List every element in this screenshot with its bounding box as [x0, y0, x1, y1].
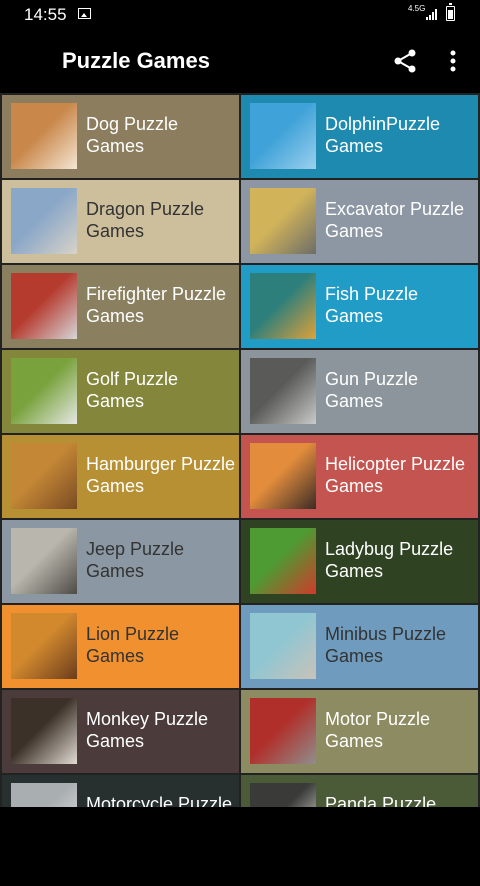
game-tile[interactable]: DolphinPuzzle Games [241, 95, 478, 178]
game-tile[interactable]: Dog Puzzle Games [2, 95, 239, 178]
game-thumbnail-image [11, 443, 77, 509]
game-tile-label: Dog Puzzle Games [86, 114, 179, 156]
game-thumbnail-image [11, 613, 77, 679]
game-tile-label: Jeep Puzzle Games [86, 539, 185, 581]
image-notification-icon [78, 8, 91, 19]
game-tile[interactable]: Ladybug Puzzle Games [241, 520, 478, 603]
game-tile[interactable]: Fish Puzzle Games [241, 265, 478, 348]
game-thumbnail-image [250, 613, 316, 679]
game-tile-label: Golf Puzzle Games [86, 369, 179, 411]
status-time: 14:55 [24, 5, 67, 24]
game-tile-label: Ladybug Puzzle Games [325, 539, 454, 581]
game-thumbnail-image [250, 698, 316, 764]
bottom-blank-area [0, 807, 480, 886]
game-tile[interactable]: Motorcycle Puzzle Games [2, 775, 239, 807]
game-tile-label: Motor Puzzle Games [325, 709, 431, 751]
game-tile-label: Fish Puzzle Games [325, 284, 419, 326]
game-tile[interactable]: Helicopter Puzzle Games [241, 435, 478, 518]
game-tile[interactable]: Monkey Puzzle Games [2, 690, 239, 773]
battery-icon [446, 3, 455, 21]
game-thumbnail-image [11, 698, 77, 764]
game-tile[interactable]: Excavator Puzzle Games [241, 180, 478, 263]
game-thumbnail-image [250, 528, 316, 594]
game-tile[interactable]: Jeep Puzzle Games [2, 520, 239, 603]
game-tile[interactable]: Firefighter Puzzle Games [2, 265, 239, 348]
game-thumbnail-image [11, 103, 77, 169]
more-vert-icon[interactable] [440, 48, 466, 74]
game-thumbnail-image [11, 188, 77, 254]
game-thumbnail-image [250, 358, 316, 424]
game-thumbnail-image [250, 103, 316, 169]
app-bar: Puzzle Games [0, 30, 480, 93]
game-tile-label: Gun Puzzle Games [325, 369, 419, 411]
game-tile-label: Dragon Puzzle Games [86, 199, 205, 241]
share-icon[interactable] [392, 48, 418, 74]
network-type: 4.5G [408, 4, 426, 13]
game-thumbnail-image [11, 783, 77, 807]
game-tile-label: Lion Puzzle Games [86, 624, 180, 666]
game-tile-label: Panda Puzzle Games [325, 794, 437, 807]
game-tile[interactable]: Motor Puzzle Games [241, 690, 478, 773]
game-tile-label: DolphinPuzzle Games [325, 114, 441, 156]
game-tile-label: Hamburger Puzzle Games [86, 454, 236, 496]
game-tile[interactable]: Minibus Puzzle Games [241, 605, 478, 688]
game-thumbnail-image [250, 443, 316, 509]
signal-strength-icon [426, 8, 440, 20]
game-tile[interactable]: Golf Puzzle Games [2, 350, 239, 433]
game-tile-label: Firefighter Puzzle Games [86, 284, 227, 326]
game-tile[interactable]: Hamburger Puzzle Games [2, 435, 239, 518]
game-thumbnail-image [11, 528, 77, 594]
game-tile-label: Minibus Puzzle Games [325, 624, 447, 666]
status-bar: 14:55 4.5G [0, 0, 480, 30]
game-thumbnail-image [11, 358, 77, 424]
game-tile[interactable]: Dragon Puzzle Games [2, 180, 239, 263]
game-tile-label: Helicopter Puzzle Games [325, 454, 466, 496]
game-thumbnail-image [250, 783, 316, 807]
game-grid: Dog Puzzle Games DolphinPuzzle Games Drago… [0, 93, 480, 807]
game-tile[interactable]: Gun Puzzle Games [241, 350, 478, 433]
game-thumbnail-image [11, 273, 77, 339]
game-thumbnail-image [250, 188, 316, 254]
game-tile[interactable]: Lion Puzzle Games [2, 605, 239, 688]
page-title: Puzzle Games [62, 48, 210, 73]
game-tile-label: Monkey Puzzle Games [86, 709, 209, 751]
game-tile[interactable]: Panda Puzzle Games [241, 775, 478, 807]
game-tile-label: Motorcycle Puzzle Games [86, 794, 233, 807]
game-tile-label: Excavator Puzzle Games [325, 199, 465, 241]
game-thumbnail-image [250, 273, 316, 339]
